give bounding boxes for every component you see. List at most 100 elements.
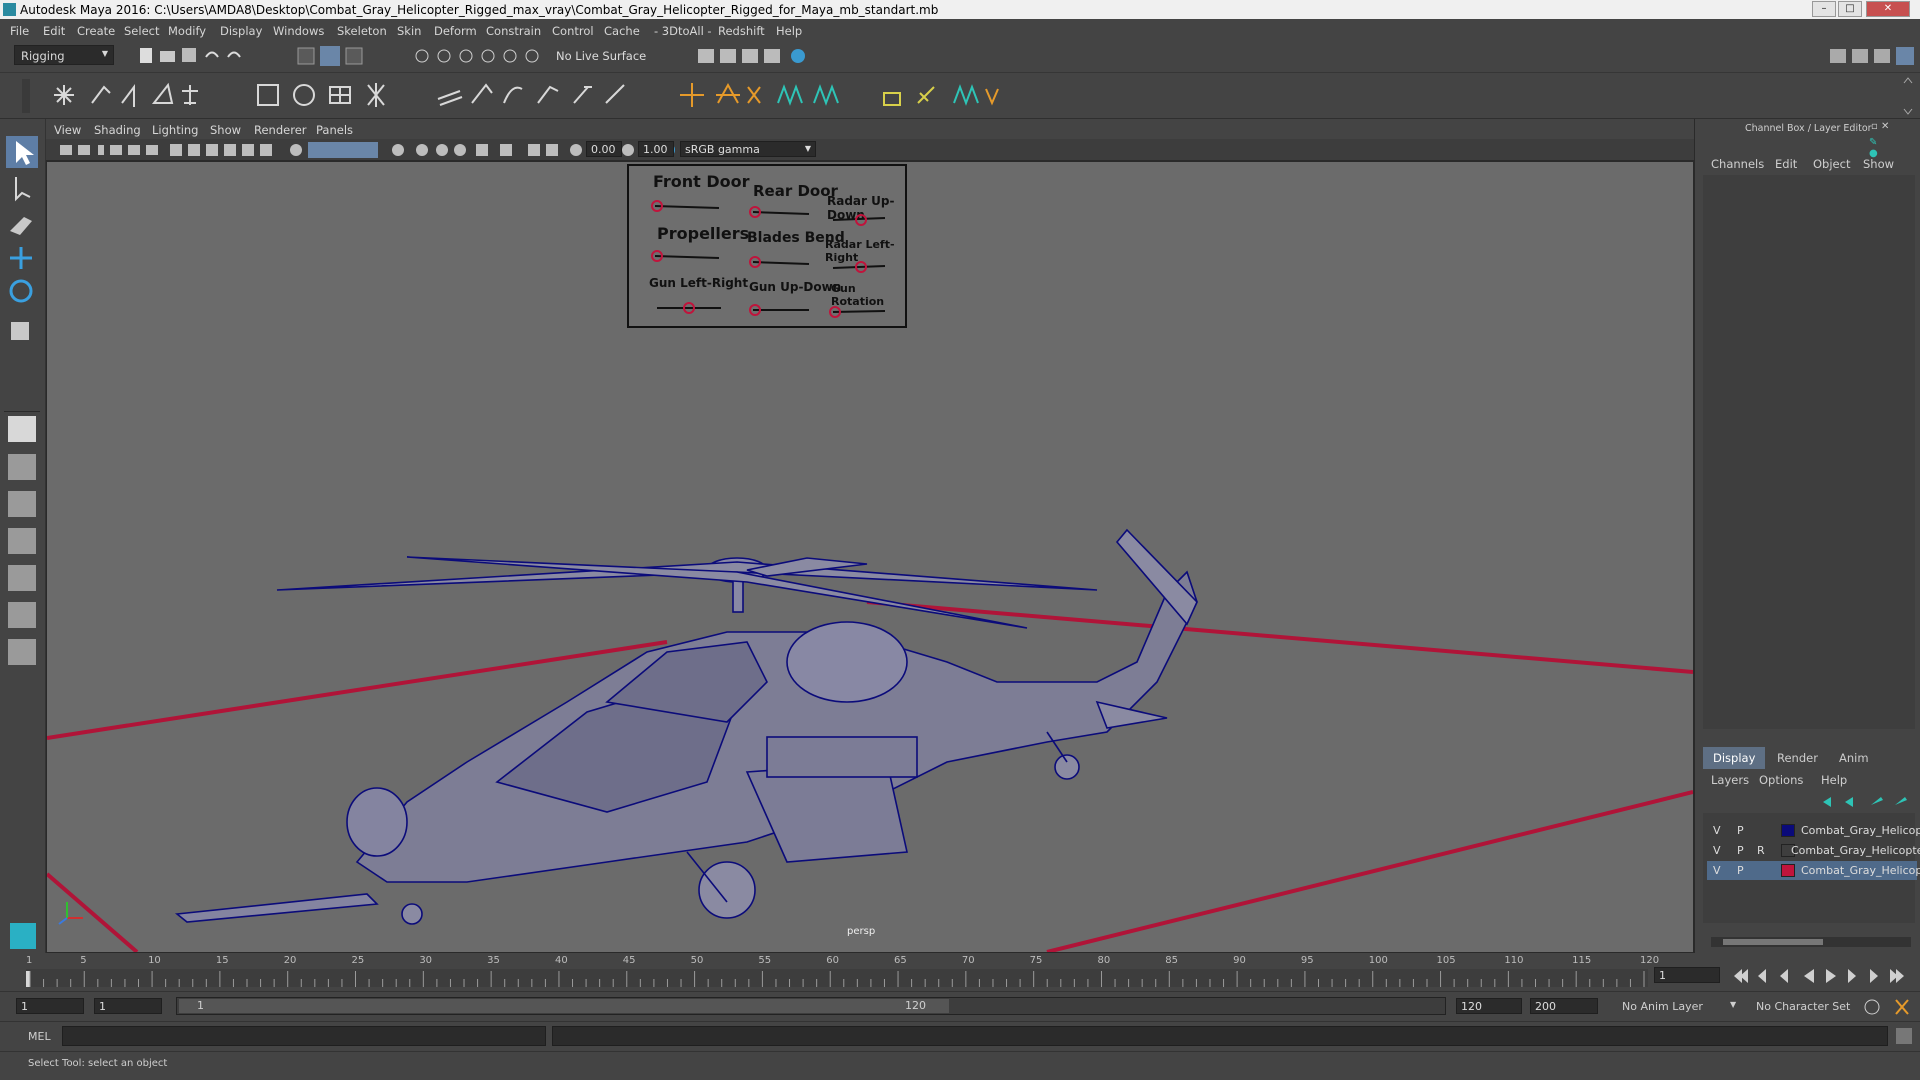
- layer-help-menu[interactable]: Help: [1821, 773, 1847, 787]
- maximize-button[interactable]: □: [1838, 1, 1862, 17]
- panel-toolbar-icons[interactable]: [46, 141, 726, 159]
- persp-graph-layout-icon[interactable]: [8, 528, 36, 554]
- layer-name[interactable]: Combat_Gray_Helicopt: [1801, 824, 1920, 837]
- menu-control[interactable]: Control: [552, 24, 594, 38]
- lasso-tool-icon[interactable]: [15, 177, 31, 202]
- menu-3dtoall[interactable]: - 3DtoAll -: [654, 24, 712, 38]
- layer-tool-icons[interactable]: [1815, 795, 1915, 809]
- range-slider[interactable]: 1 120: [176, 997, 1446, 1015]
- panel-menu-shading[interactable]: Shading: [94, 123, 141, 137]
- menu-deform[interactable]: Deform: [434, 24, 477, 38]
- script-editor-icon[interactable]: [1896, 1028, 1912, 1044]
- menu-edit[interactable]: Edit: [43, 24, 65, 38]
- menu-skeleton[interactable]: Skeleton: [337, 24, 387, 38]
- view-transform-dropdown[interactable]: sRGB gamma ▼: [680, 141, 816, 157]
- shelf-icons[interactable]: [0, 73, 1920, 119]
- layer-scrollbar-thumb[interactable]: [1723, 939, 1823, 945]
- layer-reference-toggle[interactable]: R: [1757, 844, 1765, 857]
- layer-row[interactable]: V P Combat_Gray_Helicopt: [1707, 861, 1920, 880]
- anim-layer-dropdown[interactable]: No Anim Layer ▼: [1622, 1000, 1742, 1013]
- playback-end-field[interactable]: 120: [1456, 998, 1522, 1014]
- rotate-tool-icon[interactable]: [9, 279, 33, 303]
- layer-row[interactable]: V P Combat_Gray_Helicopt: [1707, 821, 1920, 840]
- layer-playback-toggle[interactable]: P: [1737, 864, 1744, 877]
- layer-playback-toggle[interactable]: P: [1737, 844, 1744, 857]
- exposure-field[interactable]: 0.00: [586, 141, 622, 157]
- cb-show-menu[interactable]: Show: [1863, 157, 1894, 171]
- minimize-button[interactable]: –: [1812, 1, 1836, 17]
- menu-skin[interactable]: Skin: [397, 24, 421, 38]
- character-set-dropdown[interactable]: No Character Set: [1756, 1000, 1866, 1013]
- panel-menu-lighting[interactable]: Lighting: [152, 123, 198, 137]
- options-menu[interactable]: Options: [1759, 773, 1803, 787]
- layer-playback-toggle[interactable]: P: [1737, 824, 1744, 837]
- layers-menu[interactable]: Layers: [1711, 773, 1749, 787]
- layer-visibility-toggle[interactable]: V: [1713, 864, 1721, 877]
- layer-color-swatch[interactable]: [1781, 824, 1795, 837]
- layer-name[interactable]: Combat_Gray_Helicopt: [1801, 864, 1920, 877]
- channel-box-tools-icon[interactable]: ✎ ●: [1869, 137, 1889, 159]
- menu-display[interactable]: Display: [220, 24, 262, 38]
- layer-row[interactable]: V P R Combat_Gray_Helicopter: [1707, 841, 1920, 860]
- panel-menu-view[interactable]: View: [54, 123, 81, 137]
- tab-display[interactable]: Display: [1703, 747, 1766, 769]
- animation-start-field[interactable]: 1: [16, 998, 84, 1014]
- playback-controls[interactable]: [1726, 965, 1916, 987]
- time-slider[interactable]: 1 5 10 15 20 25 30 35 40 45 50 55 60 65 70 75 80 85 90 95 10…: [0, 953, 1920, 991]
- selection-mode-icons[interactable]: [296, 45, 376, 67]
- persp-outliner-layout-icon[interactable]: [8, 565, 36, 591]
- range-slider-handle[interactable]: [179, 999, 949, 1013]
- menu-constrain[interactable]: Constrain: [486, 24, 541, 38]
- control-sliders[interactable]: [629, 166, 905, 326]
- menu-modify[interactable]: Modify: [168, 24, 206, 38]
- layer-visibility-toggle[interactable]: V: [1713, 844, 1721, 857]
- menu-windows[interactable]: Windows: [273, 24, 324, 38]
- layer-color-swatch[interactable]: [1781, 864, 1795, 877]
- four-pane-layout-icon[interactable]: [8, 454, 36, 480]
- channels-menu[interactable]: Channels: [1711, 157, 1764, 171]
- custom-layout-icon[interactable]: [8, 639, 36, 665]
- close-button[interactable]: ✕: [1866, 1, 1910, 17]
- file-tools[interactable]: [138, 45, 248, 67]
- workspace-icons[interactable]: [1828, 45, 1918, 67]
- move-tool-icon[interactable]: [10, 247, 32, 269]
- paint-select-icon[interactable]: [10, 217, 32, 235]
- panel-menu-renderer[interactable]: Renderer: [254, 123, 307, 137]
- perspective-viewport[interactable]: Front Door Rear Door Radar Up-Down Prope…: [46, 161, 1694, 953]
- side-by-side-layout-icon[interactable]: [8, 491, 36, 517]
- panel-menu-show[interactable]: Show: [210, 123, 241, 137]
- panel-menu-panels[interactable]: Panels: [316, 123, 353, 137]
- float-panel-icon[interactable]: ▫ ✕: [1871, 121, 1889, 132]
- cb-object-menu[interactable]: Object: [1813, 157, 1850, 171]
- menu-help[interactable]: Help: [776, 24, 802, 38]
- render-icons[interactable]: [696, 45, 806, 67]
- scale-tool-icon[interactable]: [11, 322, 29, 340]
- preference-icons[interactable]: [1862, 996, 1918, 1018]
- time-tick-label: 50: [690, 955, 704, 966]
- gamma-field[interactable]: 1.00: [638, 141, 674, 157]
- live-surface-label[interactable]: No Live Surface: [556, 49, 646, 63]
- single-pane-layout-icon[interactable]: [8, 416, 36, 442]
- layer-visibility-toggle[interactable]: V: [1713, 824, 1721, 837]
- outliner-layout-icon[interactable]: [8, 602, 36, 628]
- menu-redshift[interactable]: Redshift: [718, 24, 765, 38]
- current-frame-field[interactable]: 1: [1654, 967, 1720, 983]
- animation-end-field[interactable]: 200: [1530, 998, 1598, 1014]
- menu-cache[interactable]: Cache: [604, 24, 640, 38]
- tab-anim[interactable]: Anim: [1829, 747, 1879, 769]
- layer-name[interactable]: Combat_Gray_Helicopter: [1791, 844, 1920, 857]
- status-line: Rigging ▼ No Live Surface: [0, 41, 1920, 73]
- menu-create[interactable]: Create: [77, 24, 115, 38]
- layer-scrollbar[interactable]: [1711, 937, 1911, 947]
- menu-select[interactable]: Select: [124, 24, 159, 38]
- playback-start-field[interactable]: 1: [94, 998, 162, 1014]
- channel-list[interactable]: [1703, 175, 1915, 729]
- command-input[interactable]: [62, 1026, 546, 1046]
- menu-set-dropdown[interactable]: Rigging ▼: [14, 45, 114, 65]
- helicopter-wireframe[interactable]: [174, 528, 1198, 925]
- menu-file[interactable]: File: [10, 24, 29, 38]
- snap-icons[interactable]: [412, 45, 542, 67]
- cb-edit-menu[interactable]: Edit: [1775, 157, 1797, 171]
- command-language-toggle[interactable]: MEL: [28, 1030, 51, 1043]
- tab-render[interactable]: Render: [1767, 747, 1828, 769]
